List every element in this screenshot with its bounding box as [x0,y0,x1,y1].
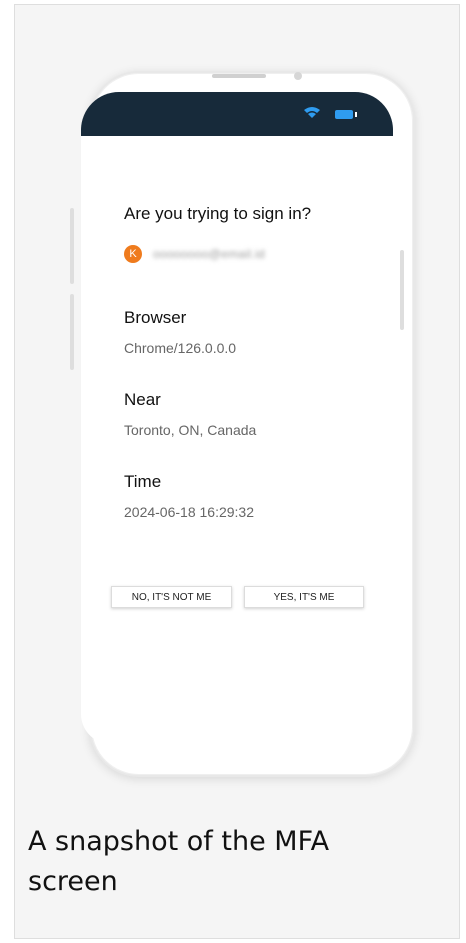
phone-side-button [70,208,74,284]
detail-label-browser: Browser [124,308,187,327]
phone-power-button [400,250,404,330]
sign-in-prompt-title: Are you trying to sign in? [124,204,312,223]
account-email: oooooooo@email.id [153,247,266,261]
detail-label-near: Near [124,390,161,409]
figure-caption: A snapshot of the MFA screen [28,826,330,897]
account-avatar: K [124,245,142,263]
detail-value-time: 2024-06-18 16:29:32 [124,504,254,520]
phone-screen: Are you trying to sign in? K oooooooo@em… [81,92,393,744]
deny-button[interactable]: NO, IT'S NOT ME [111,586,232,608]
wifi-icon [304,107,320,118]
phone-side-button [70,294,74,370]
phone-speaker [212,74,266,78]
detail-label-time: Time [124,472,162,491]
status-bar [81,92,393,136]
detail-value-browser: Chrome/126.0.0.0 [124,340,237,356]
battery-icon [335,110,357,119]
detail-value-near: Toronto, ON, Canada [124,422,257,438]
phone-camera [294,72,302,80]
approve-button[interactable]: YES, IT'S ME [244,586,364,608]
